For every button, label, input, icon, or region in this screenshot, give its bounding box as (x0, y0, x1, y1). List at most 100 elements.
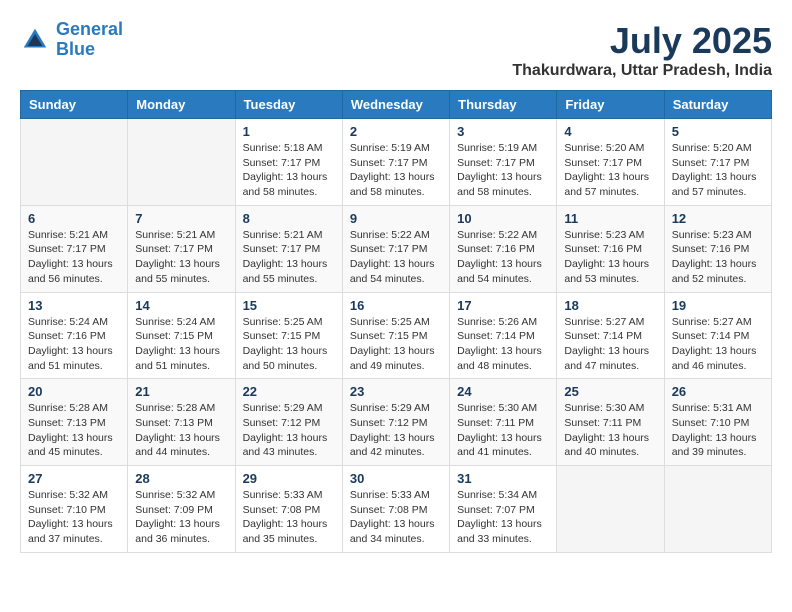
day-info: Sunrise: 5:30 AMSunset: 7:11 PMDaylight:… (564, 401, 656, 460)
logo-text: General Blue (56, 20, 123, 60)
day-number: 17 (457, 298, 549, 313)
calendar-cell: 16 Sunrise: 5:25 AMSunset: 7:15 PMDayligh… (342, 292, 449, 379)
calendar-cell: 27 Sunrise: 5:32 AMSunset: 7:10 PMDayligh… (21, 466, 128, 553)
day-number: 1 (243, 124, 335, 139)
logo-line1: General (56, 19, 123, 39)
weekday-header-monday: Monday (128, 91, 235, 119)
day-info: Sunrise: 5:29 AMSunset: 7:12 PMDaylight:… (350, 401, 442, 460)
calendar-cell: 5 Sunrise: 5:20 AMSunset: 7:17 PMDaylight… (664, 119, 771, 206)
day-info: Sunrise: 5:33 AMSunset: 7:08 PMDaylight:… (350, 488, 442, 547)
calendar-week-4: 20 Sunrise: 5:28 AMSunset: 7:13 PMDayligh… (21, 379, 772, 466)
day-info: Sunrise: 5:24 AMSunset: 7:15 PMDaylight:… (135, 315, 227, 374)
calendar-week-5: 27 Sunrise: 5:32 AMSunset: 7:10 PMDayligh… (21, 466, 772, 553)
day-number: 29 (243, 471, 335, 486)
day-info: Sunrise: 5:29 AMSunset: 7:12 PMDaylight:… (243, 401, 335, 460)
day-info: Sunrise: 5:18 AMSunset: 7:17 PMDaylight:… (243, 141, 335, 200)
day-info: Sunrise: 5:30 AMSunset: 7:11 PMDaylight:… (457, 401, 549, 460)
day-number: 31 (457, 471, 549, 486)
logo-icon (20, 25, 50, 55)
calendar-cell (557, 466, 664, 553)
calendar-cell: 26 Sunrise: 5:31 AMSunset: 7:10 PMDayligh… (664, 379, 771, 466)
calendar-header-row: SundayMondayTuesdayWednesdayThursdayFrid… (21, 91, 772, 119)
day-number: 22 (243, 384, 335, 399)
calendar-cell: 11Sunrise: 5:23 AMSunset: 7:16 PMDayligh… (557, 205, 664, 292)
calendar-cell: 28Sunrise: 5:32 AMSunset: 7:09 PMDayligh… (128, 466, 235, 553)
day-number: 6 (28, 211, 120, 226)
calendar-cell: 21 Sunrise: 5:28 AMSunset: 7:13 PMDayligh… (128, 379, 235, 466)
calendar-cell: 25 Sunrise: 5:30 AMSunset: 7:11 PMDayligh… (557, 379, 664, 466)
day-number: 26 (672, 384, 764, 399)
day-number: 16 (350, 298, 442, 313)
calendar-cell: 17Sunrise: 5:26 AMSunset: 7:14 PMDayligh… (450, 292, 557, 379)
day-number: 18 (564, 298, 656, 313)
day-number: 4 (564, 124, 656, 139)
weekday-header-thursday: Thursday (450, 91, 557, 119)
day-info: Sunrise: 5:31 AMSunset: 7:10 PMDaylight:… (672, 401, 764, 460)
calendar: SundayMondayTuesdayWednesdayThursdayFrid… (20, 90, 772, 553)
calendar-cell: 15Sunrise: 5:25 AMSunset: 7:15 PMDayligh… (235, 292, 342, 379)
calendar-cell: 19 Sunrise: 5:27 AMSunset: 7:14 PMDayligh… (664, 292, 771, 379)
calendar-cell: 10Sunrise: 5:22 AMSunset: 7:16 PMDayligh… (450, 205, 557, 292)
logo-line2: Blue (56, 39, 95, 59)
calendar-cell: 8Sunrise: 5:21 AMSunset: 7:17 PMDaylight… (235, 205, 342, 292)
day-info: Sunrise: 5:21 AMSunset: 7:17 PMDaylight:… (135, 228, 227, 287)
day-number: 28 (135, 471, 227, 486)
calendar-cell: 23 Sunrise: 5:29 AMSunset: 7:12 PMDayligh… (342, 379, 449, 466)
weekday-header-saturday: Saturday (664, 91, 771, 119)
day-number: 21 (135, 384, 227, 399)
calendar-cell: 7 Sunrise: 5:21 AMSunset: 7:17 PMDaylight… (128, 205, 235, 292)
day-info: Sunrise: 5:33 AMSunset: 7:08 PMDaylight:… (243, 488, 335, 547)
calendar-cell: 18Sunrise: 5:27 AMSunset: 7:14 PMDayligh… (557, 292, 664, 379)
day-info: Sunrise: 5:23 AMSunset: 7:16 PMDaylight:… (672, 228, 764, 287)
calendar-cell: 13Sunrise: 5:24 AMSunset: 7:16 PMDayligh… (21, 292, 128, 379)
day-info: Sunrise: 5:32 AMSunset: 7:10 PMDaylight:… (28, 488, 120, 547)
calendar-cell: 6 Sunrise: 5:21 AMSunset: 7:17 PMDaylight… (21, 205, 128, 292)
calendar-cell: 29 Sunrise: 5:33 AMSunset: 7:08 PMDayligh… (235, 466, 342, 553)
day-info: Sunrise: 5:28 AMSunset: 7:13 PMDaylight:… (135, 401, 227, 460)
calendar-cell (664, 466, 771, 553)
day-info: Sunrise: 5:22 AMSunset: 7:17 PMDaylight:… (350, 228, 442, 287)
header: General Blue July 2025 Thakurdwara, Utta… (20, 20, 772, 80)
weekday-header-sunday: Sunday (21, 91, 128, 119)
weekday-header-wednesday: Wednesday (342, 91, 449, 119)
day-info: Sunrise: 5:28 AMSunset: 7:13 PMDaylight:… (28, 401, 120, 460)
day-info: Sunrise: 5:19 AMSunset: 7:17 PMDaylight:… (457, 141, 549, 200)
day-number: 14 (135, 298, 227, 313)
day-info: Sunrise: 5:21 AMSunset: 7:17 PMDaylight:… (28, 228, 120, 287)
page-title: July 2025 (512, 20, 772, 62)
day-number: 24 (457, 384, 549, 399)
day-number: 19 (672, 298, 764, 313)
day-number: 9 (350, 211, 442, 226)
day-info: Sunrise: 5:20 AMSunset: 7:17 PMDaylight:… (672, 141, 764, 200)
weekday-header-friday: Friday (557, 91, 664, 119)
calendar-cell: 22 Sunrise: 5:29 AMSunset: 7:12 PMDayligh… (235, 379, 342, 466)
day-number: 25 (564, 384, 656, 399)
calendar-cell: 4 Sunrise: 5:20 AMSunset: 7:17 PMDaylight… (557, 119, 664, 206)
calendar-week-1: 1 Sunrise: 5:18 AMSunset: 7:17 PMDaylight… (21, 119, 772, 206)
day-number: 2 (350, 124, 442, 139)
calendar-body: 1 Sunrise: 5:18 AMSunset: 7:17 PMDaylight… (21, 119, 772, 553)
day-number: 12 (672, 211, 764, 226)
day-number: 20 (28, 384, 120, 399)
calendar-week-3: 13Sunrise: 5:24 AMSunset: 7:16 PMDayligh… (21, 292, 772, 379)
day-info: Sunrise: 5:34 AMSunset: 7:07 PMDaylight:… (457, 488, 549, 547)
day-info: Sunrise: 5:20 AMSunset: 7:17 PMDaylight:… (564, 141, 656, 200)
day-info: Sunrise: 5:27 AMSunset: 7:14 PMDaylight:… (672, 315, 764, 374)
day-info: Sunrise: 5:19 AMSunset: 7:17 PMDaylight:… (350, 141, 442, 200)
day-number: 27 (28, 471, 120, 486)
day-number: 7 (135, 211, 227, 226)
calendar-cell (128, 119, 235, 206)
day-number: 10 (457, 211, 549, 226)
weekday-header-tuesday: Tuesday (235, 91, 342, 119)
day-number: 5 (672, 124, 764, 139)
calendar-cell: 9 Sunrise: 5:22 AMSunset: 7:17 PMDaylight… (342, 205, 449, 292)
day-number: 11 (564, 211, 656, 226)
day-number: 23 (350, 384, 442, 399)
calendar-cell: 31 Sunrise: 5:34 AMSunset: 7:07 PMDayligh… (450, 466, 557, 553)
page-subtitle: Thakurdwara, Uttar Pradesh, India (512, 62, 772, 80)
day-info: Sunrise: 5:25 AMSunset: 7:15 PMDaylight:… (350, 315, 442, 374)
day-number: 30 (350, 471, 442, 486)
day-number: 8 (243, 211, 335, 226)
day-number: 3 (457, 124, 549, 139)
day-info: Sunrise: 5:25 AMSunset: 7:15 PMDaylight:… (243, 315, 335, 374)
